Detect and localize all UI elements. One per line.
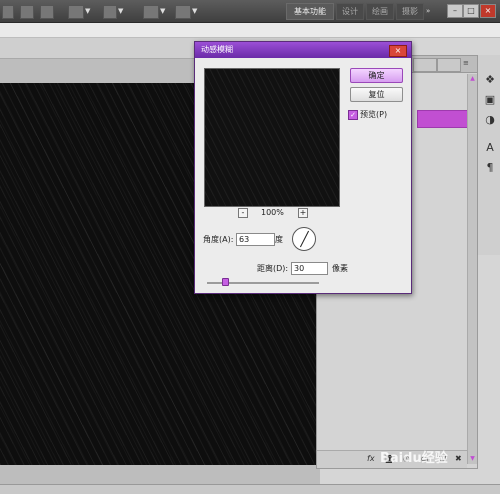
image-icon[interactable]: ▣ — [483, 93, 497, 107]
chevron-down-icon[interactable]: ▼ — [85, 7, 90, 15]
reset-button[interactable]: 复位 — [350, 87, 403, 102]
zoom-level: 100% — [261, 208, 284, 217]
distance-slider-knob[interactable] — [222, 278, 229, 286]
ok-button[interactable]: 确定 — [350, 68, 403, 83]
close-icon[interactable]: × — [389, 45, 407, 57]
distance-input[interactable]: 30 — [291, 262, 328, 275]
panel-tab-channels[interactable] — [413, 58, 437, 72]
angle-label: 角度(A): — [203, 235, 234, 244]
zoom-in-button[interactable]: + — [298, 208, 308, 218]
dialog-title: 动感模糊 — [195, 42, 411, 58]
angle-input[interactable]: 63 — [236, 233, 275, 246]
layer-row-selected[interactable] — [417, 110, 471, 128]
distance-unit: 像素 — [332, 264, 348, 273]
maximize-icon[interactable]: □ — [463, 4, 479, 18]
scroll-up-icon[interactable]: ▲ — [469, 75, 476, 82]
filter-preview[interactable] — [204, 68, 340, 207]
fx-icon[interactable]: fx — [367, 454, 375, 463]
workspace-essentials[interactable]: 基本功能 — [286, 3, 334, 20]
angle-dial-needle — [299, 230, 310, 248]
zoom-out-button[interactable]: - — [238, 208, 248, 218]
motion-blur-dialog: 动感模糊 × 确定 复位 ✓ 预览(P) - 100% + 角度(A): 63 … — [194, 41, 412, 294]
bridge-icon[interactable] — [20, 5, 34, 19]
arrange-documents-icon[interactable] — [143, 5, 159, 19]
scroll-down-icon[interactable]: ▼ — [469, 455, 476, 462]
paragraph-icon[interactable]: ¶ — [483, 161, 497, 175]
tool-icon[interactable] — [2, 5, 14, 19]
preview-checkbox[interactable]: ✓ — [348, 110, 358, 120]
panel-menu-icon[interactable]: ≡ — [463, 59, 469, 67]
delete-icon[interactable]: ✖ — [455, 454, 462, 463]
app-menu-bar: ▼ ▼ ▼ ▼ 基本功能 设计 绘画 摄影 » – □ × — [0, 0, 500, 23]
view-extras-icon[interactable] — [68, 5, 84, 19]
preview-label: 预览(P) — [360, 110, 388, 119]
options-bar — [0, 23, 500, 38]
panel-scrollbar[interactable]: ▲ ▼ — [467, 74, 477, 464]
chevron-down-icon[interactable]: ▼ — [192, 7, 197, 15]
minimize-icon[interactable]: – — [447, 4, 463, 18]
swatch-icon[interactable]: ❖ — [483, 73, 497, 87]
workspace-photography[interactable]: 摄影 — [396, 3, 424, 20]
watermark: Baidu经验 — [380, 451, 448, 466]
adjustment-icon[interactable]: ◑ — [483, 113, 497, 127]
zoom-level-icon[interactable] — [103, 5, 117, 19]
angle-dial[interactable] — [292, 227, 316, 251]
distance-label: 距离(D): — [257, 264, 289, 273]
angle-unit: 度 — [275, 235, 283, 244]
panel-icon-strip: ❖ ▣ ◑ A ¶ — [477, 55, 500, 255]
panel-tab-paths[interactable] — [437, 58, 461, 72]
workspace-more-icon[interactable]: » — [426, 7, 430, 15]
screen-mode-icon[interactable] — [175, 5, 191, 19]
minibridge-icon[interactable] — [40, 5, 54, 19]
character-icon[interactable]: A — [483, 141, 497, 155]
close-icon[interactable]: × — [480, 4, 496, 18]
chevron-down-icon[interactable]: ▼ — [160, 7, 165, 15]
workspace-design[interactable]: 设计 — [336, 3, 364, 20]
workspace-painting[interactable]: 绘画 — [366, 3, 394, 20]
chevron-down-icon[interactable]: ▼ — [118, 7, 123, 15]
